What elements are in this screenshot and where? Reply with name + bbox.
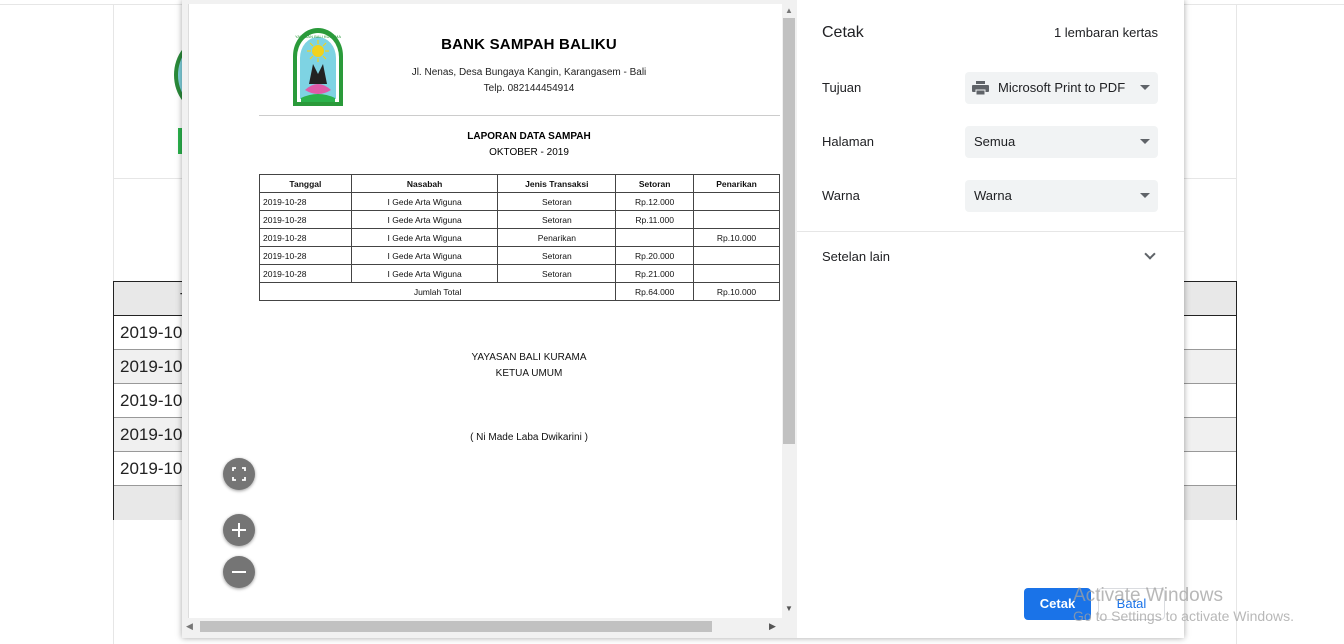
cell-customer: I Gede Arta Wiguna	[350, 264, 499, 283]
table-row: 2019-10-28 I Gede Arta Wiguna Setoran Rp…	[259, 246, 780, 265]
scroll-right-arrow-icon[interactable]: ▶	[769, 621, 776, 632]
chevron-down-icon	[1140, 85, 1150, 90]
more-settings-label: Setelan lain	[822, 249, 890, 264]
cell-withdrawal	[693, 192, 780, 211]
fit-to-page-button[interactable]	[223, 458, 255, 490]
zoom-out-button[interactable]	[223, 556, 255, 588]
cell-date: 2019-10-28	[259, 246, 352, 265]
cell-deposit	[615, 228, 695, 247]
cell-withdrawal	[693, 210, 780, 229]
cell-type: Penarikan	[497, 228, 617, 247]
pages-select[interactable]: Semua	[965, 126, 1158, 158]
background-row-date: 2019-10-	[120, 459, 189, 478]
report-period: OKTOBER - 2019	[489, 147, 569, 158]
cell-date: 2019-10-28	[259, 228, 352, 247]
total-deposit: Rp.64.000	[615, 282, 695, 301]
table-row: 2019-10-28 I Gede Arta Wiguna Penarikan …	[259, 228, 780, 247]
preview-page: YAYASAN BALI KURAMA BANK SAMPAH BALIKU J…	[188, 4, 784, 618]
scroll-up-arrow-icon[interactable]: ▲	[785, 6, 793, 15]
print-settings-panel: Cetak 1 lembaran kertas Tujuan Microsoft…	[797, 0, 1184, 638]
cell-customer: I Gede Arta Wiguna	[350, 228, 499, 247]
cell-withdrawal	[693, 246, 780, 265]
cell-customer: I Gede Arta Wiguna	[350, 210, 499, 229]
cell-deposit: Rp.21.000	[615, 264, 695, 283]
report-title: LAPORAN DATA SAMPAH	[467, 131, 591, 142]
pages-value: Semua	[974, 134, 1016, 149]
watermark-line-1: Activate Windows	[1073, 585, 1223, 606]
report-table: Tanggal Nasabah Jenis Transaksi Setoran …	[258, 174, 780, 301]
cell-date: 2019-10-28	[259, 264, 352, 283]
report-table-header: Tanggal Nasabah Jenis Transaksi Setoran …	[259, 174, 780, 193]
background-row-date: 2019-10-	[120, 391, 189, 410]
horizontal-scroll-thumb[interactable]	[200, 621, 712, 632]
document-phone: Telp. 082144454914	[483, 83, 575, 94]
preview-vertical-scrollbar[interactable]: ▲ ▼	[782, 4, 797, 618]
zoom-out-icon	[232, 571, 246, 573]
background-row-date: 2019-10-	[120, 425, 189, 444]
cell-withdrawal: Rp.10.000	[693, 228, 780, 247]
cell-customer: I Gede Arta Wiguna	[350, 246, 499, 265]
vertical-scroll-thumb[interactable]	[783, 18, 795, 444]
cell-withdrawal	[693, 264, 780, 283]
print-dialog: YAYASAN BALI KURAMA BANK SAMPAH BALIKU J…	[182, 0, 1184, 638]
fit-to-page-icon	[232, 467, 246, 481]
background-row-date: 2019-10-	[120, 357, 189, 376]
cell-customer: I Gede Arta Wiguna	[350, 192, 499, 211]
table-row: 2019-10-28 I Gede Arta Wiguna Setoran Rp…	[259, 210, 780, 229]
more-settings-toggle[interactable]: Setelan lain	[797, 240, 1184, 272]
zoom-in-icon	[232, 523, 246, 537]
table-row: 2019-10-28 I Gede Arta Wiguna Setoran Rp…	[259, 192, 780, 211]
scroll-down-arrow-icon[interactable]: ▼	[785, 604, 793, 613]
header-setoran: Setoran	[615, 174, 695, 193]
chevron-down-icon	[1140, 139, 1150, 144]
background-row-date: 2019-10-	[120, 323, 189, 342]
destination-value: Microsoft Print to PDF	[998, 80, 1126, 95]
table-total-row: Jumlah Total Rp.64.000 Rp.10.000	[258, 282, 780, 301]
logo-text: YAYASAN BALI KURAMA	[295, 34, 341, 39]
destination-select[interactable]: Microsoft Print to PDF	[965, 72, 1158, 104]
cell-type: Setoran	[497, 210, 617, 229]
chevron-down-icon	[1144, 248, 1156, 260]
print-preview[interactable]: YAYASAN BALI KURAMA BANK SAMPAH BALIKU J…	[182, 0, 797, 638]
total-label: Jumlah Total	[258, 282, 617, 301]
header-tanggal: Tanggal	[259, 174, 352, 193]
cell-type: Setoran	[497, 192, 617, 211]
cell-type: Setoran	[497, 264, 617, 283]
yayasan-bali-kurama-logo: YAYASAN BALI KURAMA	[293, 28, 343, 106]
header-jenis-transaksi: Jenis Transaksi	[497, 174, 617, 193]
header-penarikan: Penarikan	[693, 174, 780, 193]
signature-name: ( Ni Made Laba Dwikarini )	[470, 432, 588, 443]
document-title: BANK SAMPAH BALIKU	[441, 36, 617, 53]
print-title: Cetak	[822, 24, 864, 41]
color-value: Warna	[974, 188, 1012, 203]
signature-organization: YAYASAN BALI KURAMA	[471, 352, 587, 363]
cell-deposit: Rp.11.000	[615, 210, 695, 229]
windows-activation-watermark: Activate Windows Go to Settings to activ…	[1073, 585, 1294, 624]
color-label: Warna	[822, 188, 860, 203]
cell-date: 2019-10-28	[259, 192, 352, 211]
sheet-count: 1 lembaran kertas	[1053, 25, 1158, 40]
destination-label: Tujuan	[822, 80, 862, 95]
cell-type: Setoran	[497, 246, 617, 265]
cell-deposit: Rp.20.000	[615, 246, 695, 265]
scroll-left-arrow-icon[interactable]: ◀	[186, 621, 193, 632]
pages-label: Halaman	[822, 134, 875, 149]
chevron-down-icon	[1140, 193, 1150, 198]
total-withdrawal: Rp.10.000	[693, 282, 780, 301]
printer-icon	[972, 81, 989, 95]
cell-deposit: Rp.12.000	[615, 192, 695, 211]
preview-horizontal-scrollbar[interactable]: ◀ ▶	[182, 618, 782, 635]
watermark-line-2: Go to Settings to activate Windows.	[1073, 608, 1294, 624]
cell-date: 2019-10-28	[259, 210, 352, 229]
color-select[interactable]: Warna	[965, 180, 1158, 212]
signature-role: KETUA UMUM	[495, 368, 563, 379]
zoom-in-button[interactable]	[223, 514, 255, 546]
header-nasabah: Nasabah	[350, 174, 499, 193]
table-row: 2019-10-28 I Gede Arta Wiguna Setoran Rp…	[259, 264, 780, 283]
document-address: Jl. Nenas, Desa Bungaya Kangin, Karangas…	[411, 67, 647, 78]
document-divider	[259, 115, 780, 116]
settings-divider	[797, 231, 1184, 232]
